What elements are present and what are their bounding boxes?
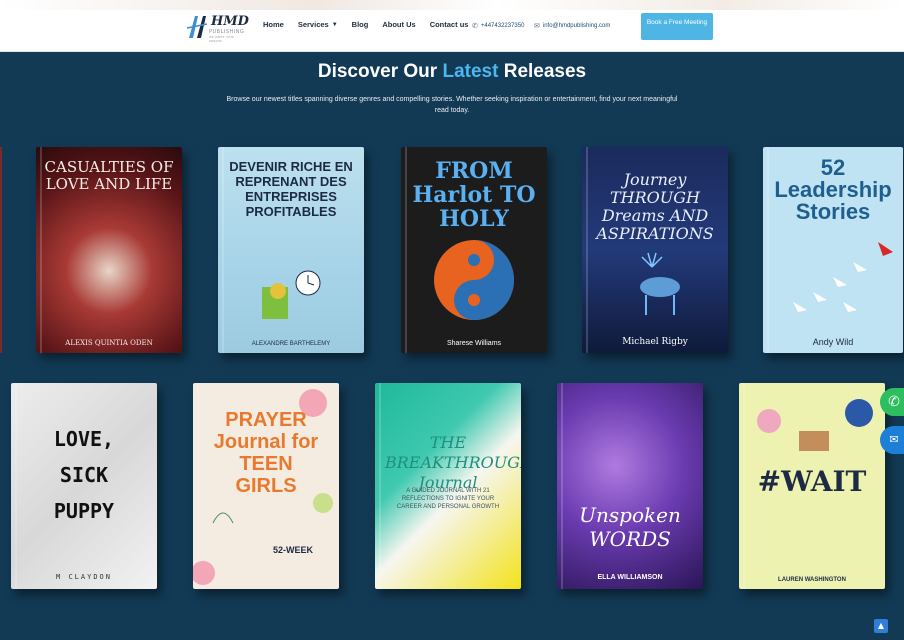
title-accent: Latest: [442, 61, 499, 82]
nav-blog[interactable]: Blog: [352, 20, 369, 29]
book-title: DEVENIR RICHE EN REPRENANT DES ENTREPRIS…: [229, 159, 353, 219]
book-author: LAUREN WASHINGTON: [778, 577, 846, 583]
scroll-to-top-button[interactable]: ▲: [874, 619, 888, 633]
book-title: #WAIT: [757, 465, 867, 498]
envelope-icon: ✉: [534, 23, 540, 30]
phone-link[interactable]: ✆ +447432237350: [472, 22, 524, 30]
book-subtitle: 52-WEEK: [272, 545, 313, 555]
book-cover-harlot-to-holy[interactable]: FROM Harlot TO HOLY Sharese Williams: [401, 147, 547, 353]
icons-collage-icon: [757, 399, 873, 451]
title-post: Releases: [503, 61, 587, 82]
main-nav: Home Services ▼ Blog About Us Contact us: [263, 20, 482, 29]
yin-yang-art-icon: [434, 240, 514, 320]
section-subtitle: Browse our newest titles spanning divers…: [226, 96, 678, 114]
book-title: THE BREAKTHROUGH Journal: [385, 433, 521, 492]
book-cover-casualties[interactable]: CASUALTIES OF LOVE AND LIFE ALEXIS QUINT…: [36, 147, 182, 353]
book-subtitle: A GUIDED JOURNAL WITH 21 REFLECTIONS TO …: [396, 488, 500, 510]
envelope-icon: ✉: [889, 433, 899, 446]
email-floating-button[interactable]: ✉: [880, 426, 904, 454]
chevron-down-icon: ▼: [331, 21, 338, 28]
nav-services[interactable]: Services ▼: [298, 20, 338, 29]
book-title: Journey THROUGH Dreams AND ASPIRATIONS: [596, 170, 714, 243]
book-cover-journey-dreams[interactable]: Journey THROUGH Dreams AND ASPIRATIONS M…: [582, 147, 728, 353]
book-author: Michael Rigby: [622, 337, 688, 347]
chevron-up-icon: ▲: [877, 621, 885, 630]
book-cover-devenir-riche[interactable]: DEVENIR RICHE EN REPRENANT DES ENTREPRIS…: [218, 147, 364, 353]
title-pre: Discover Our: [317, 61, 438, 82]
book-author: Andy Wild: [812, 337, 854, 347]
paper-planes-icon: [793, 242, 893, 312]
email-address: info@hmdpublishing.com: [542, 23, 611, 29]
book-cover-wait[interactable]: #WAIT LAUREN WASHINGTON: [739, 383, 885, 589]
deer-illustration-icon: [640, 252, 680, 315]
partial-book-edge: [0, 147, 2, 353]
book-title: Unspoken WORDS: [579, 503, 681, 551]
book-title: FROM Harlot TO HOLY: [412, 158, 536, 232]
logo-mark-icon: [186, 16, 208, 38]
book-cover-prayer-journal[interactable]: PRAYER Journal for TEEN GIRLS 52-WEEK: [193, 383, 339, 589]
book-title: 52 Leadership Stories: [774, 155, 892, 224]
book-cover-love-sick-puppy[interactable]: LOVE, SICK PUPPY M CLAYDON: [11, 383, 157, 589]
book-title: PRAYER Journal for TEEN GIRLS: [213, 409, 319, 497]
email-link[interactable]: ✉ info@hmdpublishing.com: [534, 22, 610, 30]
whatsapp-button[interactable]: ✆: [880, 388, 904, 416]
book-author: ALEXIS QUINTIA ODEN: [65, 339, 153, 347]
book-cover-unspoken-words[interactable]: Unspoken WORDS ELLA WILLIAMSON: [557, 383, 703, 589]
logo-text: HMD: [211, 14, 249, 29]
book-cover-breakthrough-journal[interactable]: THE BREAKTHROUGH Journal A GUIDED JOURNA…: [375, 383, 521, 589]
book-meeting-button[interactable]: Book a Free Meeting: [641, 13, 713, 40]
book-title: LOVE, SICK PUPPY: [53, 427, 115, 523]
whatsapp-icon: ✆: [888, 394, 900, 410]
site-header: HMD PUBLISHING WE WRITE YOUR DREAMS Home…: [0, 0, 904, 52]
book-author: ELLA WILLIAMSON: [597, 574, 663, 581]
book-cover-52-leadership[interactable]: 52 Leadership Stories Andy Wild: [763, 147, 903, 353]
book-author: ALEXANDRE BARTHELEMY: [251, 341, 331, 347]
money-illustration-icon: [262, 270, 321, 319]
book-author: Sharese Williams: [446, 340, 502, 347]
book-title: CASUALTIES OF LOVE AND LIFE: [44, 158, 174, 193]
logo-tagline: WE WRITE YOUR DREAMS: [209, 35, 234, 43]
section-title: Discover Our Latest Releases: [0, 61, 904, 83]
phone-icon: ✆: [472, 23, 478, 30]
nav-contact[interactable]: Contact us: [430, 20, 469, 29]
book-author: M CLAYDON: [56, 573, 112, 581]
nav-about[interactable]: About Us: [382, 20, 415, 29]
site-logo[interactable]: HMD PUBLISHING WE WRITE YOUR DREAMS: [185, 12, 249, 43]
nav-home[interactable]: Home: [263, 20, 284, 29]
phone-number: +447432237350: [480, 23, 525, 29]
header-background-strip: [0, 0, 904, 10]
